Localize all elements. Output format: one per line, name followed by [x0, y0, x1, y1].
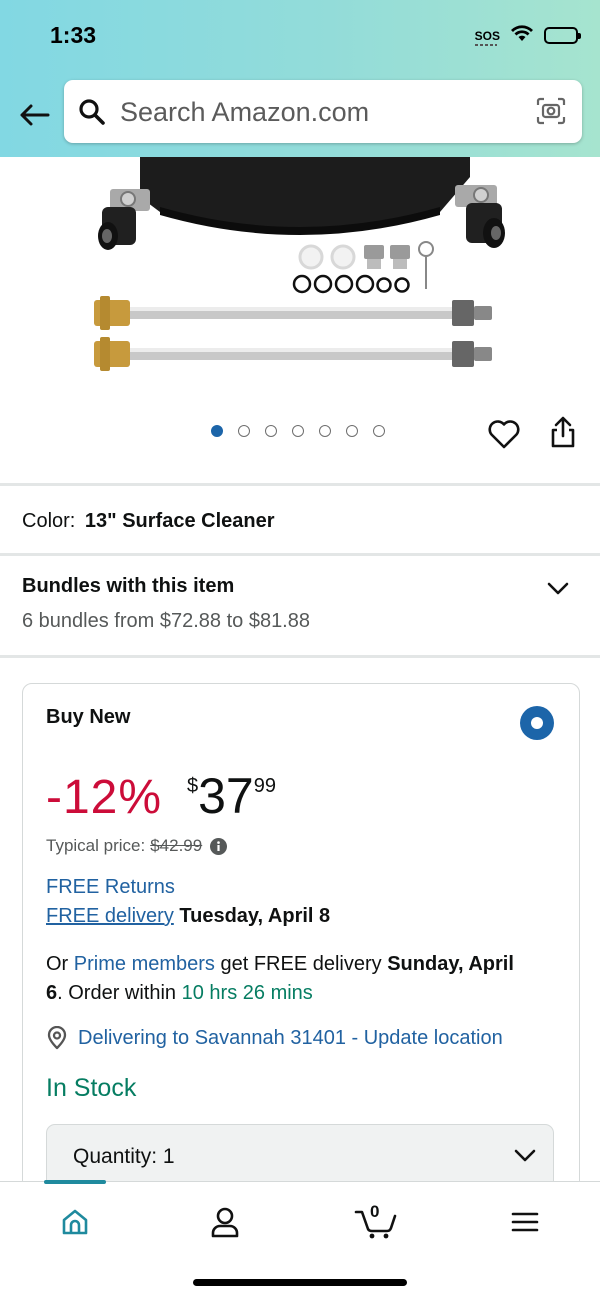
pagination-dot[interactable]: [319, 425, 331, 437]
cart-count: 0: [370, 1202, 380, 1221]
price: $3799: [187, 767, 276, 825]
status-time: 1:33: [50, 22, 97, 48]
hamburger-menu-icon: [511, 1212, 539, 1232]
image-pagination[interactable]: [211, 425, 385, 437]
bottom-navigation: 0: [0, 1180, 600, 1299]
chevron-down-icon: [513, 1147, 537, 1168]
wifi-icon: [510, 24, 534, 47]
pagination-dot[interactable]: [346, 425, 358, 437]
nav-account[interactable]: [195, 1200, 255, 1244]
prime-date-day: 6: [46, 982, 58, 1004]
wishlist-button[interactable]: [487, 418, 521, 455]
delivery-info: FREE delivery Tuesday, April 8: [46, 905, 330, 928]
home-indicator: [193, 1279, 407, 1286]
discount-percent: -12%: [46, 771, 163, 824]
arrow-left-icon: [20, 104, 50, 126]
pagination-dot[interactable]: [211, 425, 223, 437]
location-pin-icon: [46, 1026, 68, 1050]
back-button[interactable]: [14, 95, 54, 135]
order-within-label: . Order within: [57, 982, 177, 1004]
active-tab-indicator: [44, 1180, 106, 1184]
prime-or-text: Or: [46, 953, 69, 975]
search-input[interactable]: [120, 94, 520, 130]
pagination-dot[interactable]: [238, 425, 250, 437]
prime-members-link[interactable]: Prime members: [74, 953, 215, 975]
color-label: Color:: [22, 510, 76, 532]
typical-price: Typical price: $42.99: [46, 836, 228, 856]
nav-menu[interactable]: [495, 1200, 555, 1244]
prime-date: Sunday, April: [387, 953, 514, 975]
price-symbol: $: [187, 775, 199, 797]
product-image[interactable]: [0, 157, 600, 407]
price-fraction: 99: [253, 775, 276, 797]
delivery-date: Tuesday, April 8: [179, 905, 331, 927]
bundles-title[interactable]: Bundles with this item: [22, 575, 234, 598]
color-value: 13" Surface Cleaner: [84, 510, 275, 532]
typical-price-value: $42.99: [150, 836, 203, 855]
pagination-dot[interactable]: [373, 425, 385, 437]
pagination-dot[interactable]: [265, 425, 277, 437]
quantity-label: Quantity: 1: [73, 1145, 175, 1169]
prime-delivery-info: Or Prime members get FREE delivery Sunda…: [46, 950, 566, 1008]
stock-status: In Stock: [46, 1074, 137, 1102]
quantity-value: 1: [162, 1145, 175, 1168]
free-delivery-link[interactable]: FREE delivery: [46, 905, 174, 927]
heart-icon: [488, 420, 520, 449]
bundles-subtitle: 6 bundles from $72.88 to $81.88: [22, 610, 310, 632]
nav-cart[interactable]: 0: [346, 1200, 406, 1244]
bundles-expand-button[interactable]: [546, 580, 570, 601]
share-icon: [551, 416, 575, 448]
battery-icon: [544, 27, 581, 44]
status-icons: SOS: [474, 24, 581, 47]
order-countdown: 10 hrs 26 mins: [181, 982, 313, 1004]
search-icon: [78, 98, 106, 131]
divider: [0, 483, 600, 486]
camera-search-icon[interactable]: [536, 97, 566, 130]
free-returns-link[interactable]: FREE Returns: [46, 876, 175, 899]
prime-text: get FREE delivery: [220, 953, 382, 975]
typical-price-label: Typical price:: [46, 836, 146, 855]
user-icon: [211, 1207, 239, 1238]
delivery-location-text: Delivering to Savannah 31401 - Update lo…: [78, 1026, 503, 1049]
nav-home[interactable]: [45, 1200, 105, 1244]
home-icon: [62, 1209, 88, 1235]
share-button[interactable]: [548, 415, 578, 454]
search-bar[interactable]: [64, 80, 582, 143]
header: 1:33 SOS: [0, 0, 600, 157]
delivery-location[interactable]: Delivering to Savannah 31401 - Update lo…: [46, 1026, 503, 1050]
buy-new-title: Buy New: [46, 706, 131, 728]
buy-new-radio[interactable]: [520, 706, 554, 740]
info-icon[interactable]: [210, 837, 228, 855]
color-selector[interactable]: Color: 13" Surface Cleaner: [22, 510, 275, 533]
chevron-down-icon: [547, 582, 569, 595]
pagination-dot[interactable]: [292, 425, 304, 437]
divider: [0, 655, 600, 658]
quantity-label-text: Quantity:: [73, 1145, 158, 1168]
divider: [0, 553, 600, 556]
sos-indicator: SOS: [474, 28, 500, 46]
price-whole: 37: [198, 768, 254, 824]
